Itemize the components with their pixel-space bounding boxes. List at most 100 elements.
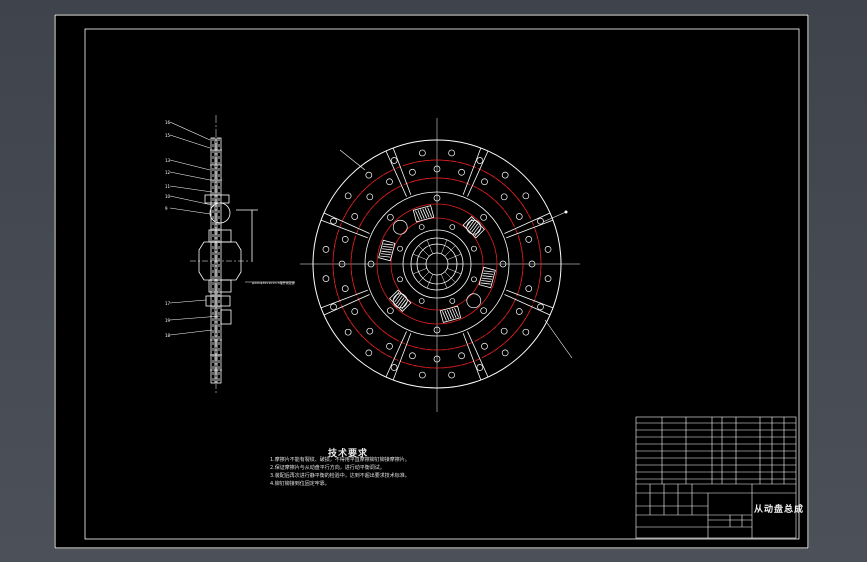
rivet-hole-outer xyxy=(501,171,509,179)
plate-rivet-hole xyxy=(480,307,488,315)
hub-rivet-hole xyxy=(449,298,456,304)
spring-coil xyxy=(381,250,392,253)
rivet-hole-outer xyxy=(344,192,352,200)
spring-coil xyxy=(481,280,492,283)
hub-rivet-hole xyxy=(418,298,425,304)
hub-spline-line xyxy=(412,267,427,275)
segment-slot-line xyxy=(320,289,368,309)
cad-drawing-canvas[interactable]: φ44×φ39×10×1.5渐开线花键 16 15 13 12 11 10 9 17 19 … xyxy=(0,0,867,562)
rivet-hole-inner xyxy=(515,213,523,220)
segment-slot-line xyxy=(320,219,368,239)
rivet-hole-inner xyxy=(351,213,359,220)
part-number-labels: 16 15 13 12 11 10 9 17 19 18 xyxy=(165,120,171,338)
svg-text:φ44×φ39×10×1.5渐开线花键: φ44×φ39×10×1.5渐开线花键 xyxy=(252,280,295,285)
hub-spline-line xyxy=(418,271,430,283)
rivet-hole-inner xyxy=(515,308,523,315)
spring-coil xyxy=(383,243,394,246)
segment-slot-line xyxy=(467,331,489,378)
spring-coil xyxy=(481,277,492,280)
rivet-hole-outer xyxy=(330,217,337,225)
rivet-hole-inner xyxy=(386,178,393,186)
rivet-hole-inner xyxy=(458,168,465,176)
rivet-hole-outer xyxy=(322,246,330,253)
rivet-hole-inner xyxy=(351,308,359,315)
technical-requirement-item: 3.装配后再次进行静平衡的检验中，达到不超出要求技术标准。 xyxy=(270,473,410,479)
rivet-hole-outer xyxy=(448,371,455,379)
hub-rivet-hole xyxy=(397,245,403,252)
svg-text:15: 15 xyxy=(165,133,171,138)
rivet-hole-outer xyxy=(419,371,426,379)
rivet-hole-outer xyxy=(390,157,398,164)
svg-text:12: 12 xyxy=(165,170,171,175)
rivet-hole-outer xyxy=(544,246,552,253)
rivet-hole-outer xyxy=(537,303,544,311)
rivet-hole-outer xyxy=(476,157,484,164)
rivet-hole-outer xyxy=(537,217,544,225)
hub-spline-line xyxy=(447,267,462,275)
technical-requirement-item: 4.铆钉铆接到位固定牢靠。 xyxy=(270,481,330,487)
rivet-hole-inner xyxy=(525,236,533,243)
segment-slot-line xyxy=(392,333,412,381)
segment-slot-line xyxy=(462,147,482,195)
svg-text:18: 18 xyxy=(165,333,171,338)
plate-rivet-hole xyxy=(386,307,394,315)
technical-requirement-item: 1.摩擦片不能有裂纹、破损，不得用平直摩擦铆钉铆接摩擦片。 xyxy=(270,457,410,463)
hub-rivet-hole xyxy=(471,245,477,252)
segment-slot-line xyxy=(467,150,489,197)
inner-drawing-frame xyxy=(84,28,800,540)
title-block xyxy=(635,416,797,539)
technical-requirement-item: 2.保证摩擦片与从动盘平行方向，进行动平衡调试。 xyxy=(270,465,385,471)
segment-slot-line xyxy=(506,219,554,239)
spring-coil xyxy=(483,272,494,275)
rivet-hole-outer xyxy=(448,149,455,157)
hub-spline-line xyxy=(440,239,448,254)
spring-coil xyxy=(380,253,391,256)
segment-slot-line xyxy=(323,294,370,316)
rivet-hole-outer xyxy=(522,328,530,336)
stop-pin-hole xyxy=(392,219,408,235)
segment-slot-line xyxy=(392,147,412,195)
hub-rivet-hole xyxy=(449,224,456,230)
hub-spline-line xyxy=(418,245,430,257)
side-section-view: φ44×φ39×10×1.5渐开线花键 xyxy=(190,115,295,395)
rivet-hole-inner xyxy=(386,342,393,350)
hub-spline-line xyxy=(412,253,427,261)
front-view xyxy=(300,118,580,412)
hub-rivet-hole xyxy=(418,224,425,230)
cad-viewport[interactable]: φ44×φ39×10×1.5渐开线花键 16 15 13 12 11 10 9 17 19 … xyxy=(0,0,867,562)
hub-spline-line xyxy=(444,271,456,283)
segment-slot-line xyxy=(385,150,407,197)
part-leader-lines xyxy=(169,121,221,336)
spring-coil xyxy=(380,255,391,258)
spring-coil xyxy=(483,270,494,273)
segment-slot-line xyxy=(504,294,551,316)
rivet-hole-inner xyxy=(481,342,488,350)
rivet-hole-inner xyxy=(366,327,374,335)
svg-text:11: 11 xyxy=(165,184,171,189)
rivet-hole-inner xyxy=(500,327,508,335)
hub-spline-line xyxy=(444,245,456,257)
hub-spline-line xyxy=(447,253,462,261)
outer-sheet-border xyxy=(54,14,809,549)
spring-window xyxy=(389,289,412,312)
hub-rivet-hole xyxy=(471,276,477,283)
technical-requirements-list: 1.摩擦片不能有裂纹、破损，不得用平直摩擦铆钉铆接摩擦片。 2.保证摩擦片与从动… xyxy=(270,456,410,488)
plate-rivet-hole xyxy=(386,213,394,221)
rivet-hole-outer xyxy=(365,349,373,357)
damper-spring xyxy=(462,216,485,239)
svg-text:10: 10 xyxy=(165,194,171,199)
svg-text:19: 19 xyxy=(165,318,171,323)
spring-coil xyxy=(480,282,491,285)
rivet-hole-inner xyxy=(500,193,508,201)
rivet-hole-outer xyxy=(390,364,398,371)
segment-slot-line xyxy=(506,289,554,309)
rivet-hole-inner xyxy=(481,178,488,186)
hub-spline-line xyxy=(426,239,434,254)
spring-coil xyxy=(382,248,393,251)
spring-coil xyxy=(482,275,493,278)
svg-text:13: 13 xyxy=(165,158,171,163)
rivet-hole-outer xyxy=(365,171,373,179)
rivet-hole-outer xyxy=(322,275,330,282)
svg-text:9: 9 xyxy=(165,206,168,211)
rivet-hole-outer xyxy=(476,364,484,371)
